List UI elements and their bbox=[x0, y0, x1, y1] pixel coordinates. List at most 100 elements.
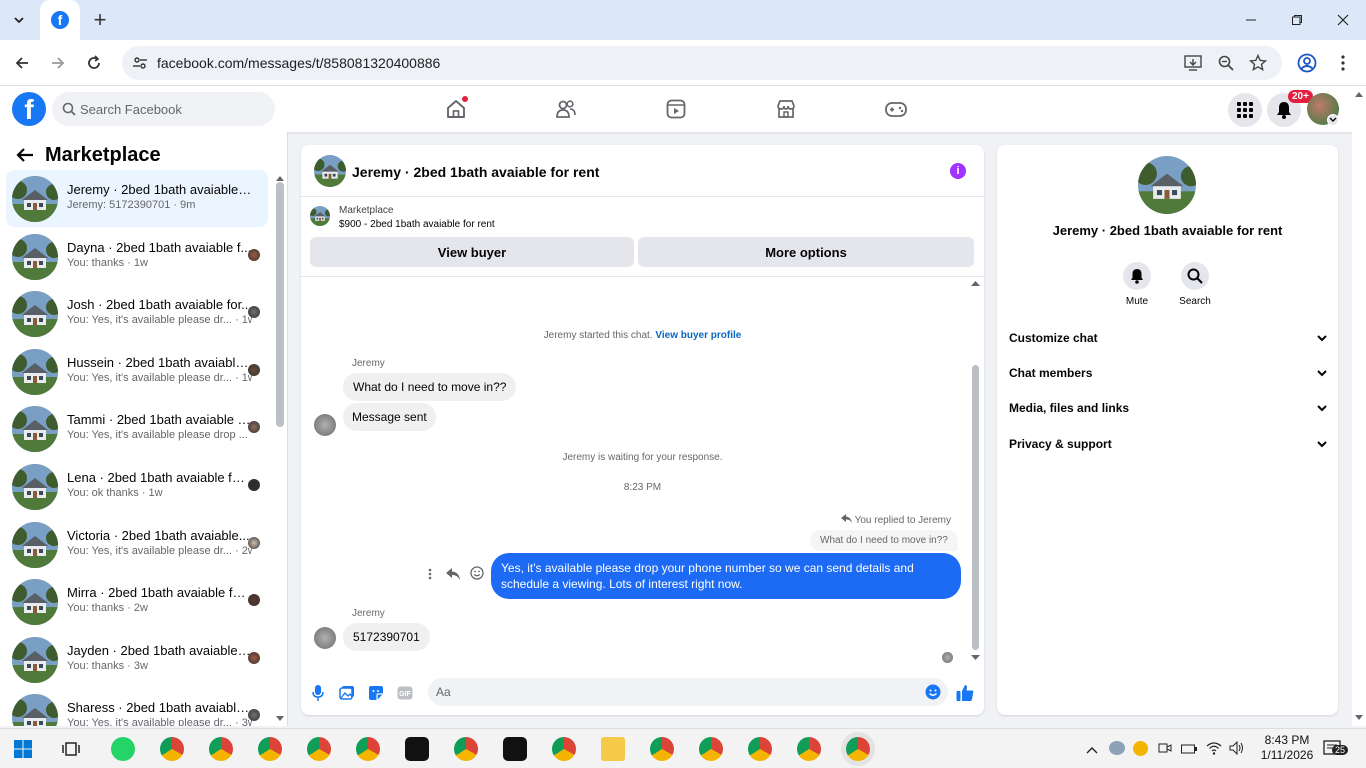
nav-gaming[interactable] bbox=[876, 93, 916, 125]
nav-marketplace[interactable] bbox=[766, 93, 806, 125]
incoming-message[interactable]: Message sent bbox=[343, 403, 436, 431]
wifi-tray-icon[interactable] bbox=[1206, 741, 1222, 760]
nav-video[interactable] bbox=[656, 93, 696, 125]
gif-button[interactable]: GIF bbox=[396, 684, 414, 702]
scroll-up-arrow-icon[interactable] bbox=[971, 280, 980, 286]
notification-center-button[interactable]: 25 bbox=[1323, 739, 1349, 764]
capcut-taskbar-icon[interactable] bbox=[405, 737, 429, 761]
chrome-profile-taskbar-icon[interactable] bbox=[307, 737, 331, 761]
battery-tray-icon[interactable] bbox=[1181, 742, 1197, 760]
account-dropdown[interactable] bbox=[1327, 114, 1339, 126]
facebook-search-input[interactable] bbox=[80, 92, 270, 126]
nav-home[interactable] bbox=[436, 93, 476, 125]
attach-photo-button[interactable] bbox=[338, 684, 356, 702]
page-scrollbar[interactable] bbox=[1352, 86, 1366, 726]
chrome-taskbar-icon[interactable] bbox=[258, 737, 282, 761]
conversation-item[interactable]: Hussein · 2bed 1bath avaiable... You: Yes… bbox=[6, 343, 268, 400]
chat-members-row[interactable]: Chat members bbox=[1009, 361, 1327, 385]
onedrive-tray-icon[interactable] bbox=[1109, 741, 1125, 755]
emoji-button[interactable] bbox=[925, 684, 941, 705]
capcut-taskbar-icon[interactable] bbox=[503, 737, 527, 761]
voice-clip-button[interactable] bbox=[309, 684, 327, 702]
sender-avatar[interactable] bbox=[314, 414, 336, 436]
media-files-links-row[interactable]: Media, files and links bbox=[1009, 396, 1327, 420]
conversation-item[interactable]: Jayden · 2bed 1bath avaiable ... You: tha… bbox=[6, 631, 268, 688]
back-button[interactable] bbox=[9, 50, 35, 76]
chrome-profile-taskbar-icon[interactable] bbox=[797, 737, 821, 761]
browser-tab-facebook[interactable]: f bbox=[40, 0, 80, 40]
more-options-button[interactable]: More options bbox=[638, 237, 974, 267]
profile-button[interactable] bbox=[1294, 50, 1320, 76]
view-buyer-profile-link[interactable]: View buyer profile bbox=[655, 330, 741, 341]
chrome-profile-taskbar-icon[interactable] bbox=[454, 737, 478, 761]
message-reply-button[interactable] bbox=[446, 567, 460, 585]
message-react-button[interactable] bbox=[470, 566, 484, 585]
close-window-button[interactable] bbox=[1320, 0, 1366, 40]
file-explorer-taskbar-icon[interactable] bbox=[601, 737, 625, 761]
chat-avatar[interactable] bbox=[314, 155, 346, 187]
conversation-item[interactable]: Jeremy · 2bed 1bath avaiable fo... Jeremy… bbox=[6, 170, 268, 227]
chrome-profile-taskbar-icon[interactable] bbox=[356, 737, 380, 761]
chrome-profile-taskbar-icon[interactable] bbox=[552, 737, 576, 761]
scroll-down-arrow-icon[interactable] bbox=[971, 655, 980, 661]
search-conversation-button[interactable]: Search bbox=[1170, 262, 1220, 307]
conversation-item[interactable]: Dayna · 2bed 1bath avaiable f... You: tha… bbox=[6, 228, 268, 285]
chrome-profile-taskbar-icon[interactable] bbox=[209, 737, 233, 761]
listing-title[interactable]: $900 - 2bed 1bath avaiable for rent bbox=[339, 219, 495, 230]
meet-now-tray-icon[interactable] bbox=[1158, 741, 1172, 760]
taskbar-clock[interactable]: 8:43 PM 1/11/2026 bbox=[1257, 733, 1317, 763]
start-button[interactable] bbox=[14, 740, 32, 763]
conversation-item[interactable]: Victoria · 2bed 1bath avaiable... You: Ye… bbox=[6, 516, 268, 573]
volume-tray-icon[interactable] bbox=[1229, 740, 1245, 760]
send-like-button[interactable] bbox=[956, 684, 974, 702]
chrome-profile-taskbar-icon[interactable] bbox=[748, 737, 772, 761]
address-bar[interactable]: facebook.com/messages/t/858081320400886 bbox=[122, 46, 1282, 80]
forward-button[interactable] bbox=[45, 50, 71, 76]
bookmark-star-icon[interactable] bbox=[1247, 52, 1269, 74]
chat-scrollbar[interactable] bbox=[972, 365, 979, 650]
customize-chat-row[interactable]: Customize chat bbox=[1009, 326, 1327, 350]
restore-button[interactable] bbox=[1274, 0, 1320, 40]
facebook-logo[interactable]: f bbox=[12, 92, 46, 126]
sidebar-scrollbar[interactable] bbox=[276, 182, 284, 427]
chrome-profile-taskbar-icon[interactable] bbox=[650, 737, 674, 761]
whatsapp-taskbar-icon[interactable] bbox=[111, 737, 135, 761]
app-tray-icon[interactable] bbox=[1133, 741, 1148, 756]
outgoing-message[interactable]: Yes, it's available please drop your pho… bbox=[491, 553, 961, 599]
mute-button[interactable]: Mute bbox=[1112, 262, 1162, 307]
conversation-item[interactable]: Lena · 2bed 1bath avaiable for r... You: … bbox=[6, 458, 268, 515]
conversation-item[interactable]: Josh · 2bed 1bath avaiable for... You: Ye… bbox=[6, 285, 268, 342]
conversation-item[interactable]: Tammi · 2bed 1bath avaiable for... You: Y… bbox=[6, 400, 268, 457]
sticker-button[interactable] bbox=[367, 684, 385, 702]
conversation-item[interactable]: Sharess · 2bed 1bath avaiable... You: Yes… bbox=[6, 688, 268, 726]
message-input-box[interactable] bbox=[428, 678, 948, 706]
scroll-up-arrow-icon[interactable] bbox=[276, 176, 284, 181]
menu-button[interactable] bbox=[1228, 93, 1262, 127]
conversation-item[interactable]: Mirra · 2bed 1bath avaiable for ... You: … bbox=[6, 573, 268, 630]
incoming-message[interactable]: What do I need to move in?? bbox=[343, 373, 517, 401]
show-hidden-icons-button[interactable] bbox=[1086, 741, 1098, 759]
conversation-info-button[interactable]: i bbox=[950, 163, 966, 179]
facebook-search[interactable] bbox=[52, 92, 275, 126]
message-more-button[interactable] bbox=[428, 567, 432, 585]
chrome-profile-taskbar-icon[interactable] bbox=[160, 737, 184, 761]
chrome-profile-taskbar-icon[interactable] bbox=[699, 737, 723, 761]
scroll-up-arrow-icon[interactable] bbox=[1355, 91, 1363, 97]
browser-menu-button[interactable] bbox=[1330, 50, 1356, 76]
nav-friends[interactable] bbox=[546, 93, 586, 125]
message-input[interactable] bbox=[436, 678, 916, 706]
zoom-icon[interactable] bbox=[1215, 52, 1237, 74]
scroll-down-arrow-icon[interactable] bbox=[276, 716, 284, 721]
task-view-button[interactable] bbox=[62, 740, 80, 763]
quoted-message[interactable]: What do I need to move in?? bbox=[810, 530, 958, 551]
minimize-button[interactable] bbox=[1228, 0, 1274, 40]
listing-thumbnail[interactable] bbox=[310, 206, 330, 226]
chrome-profile-taskbar-icon-active[interactable] bbox=[846, 737, 870, 761]
new-tab-button[interactable]: + bbox=[88, 7, 112, 32]
reload-button[interactable] bbox=[81, 50, 107, 76]
details-avatar[interactable] bbox=[1138, 156, 1196, 214]
tab-search-dropdown[interactable] bbox=[6, 7, 32, 33]
incoming-message[interactable]: 5172390701 bbox=[343, 623, 430, 651]
view-buyer-button[interactable]: View buyer bbox=[310, 237, 634, 267]
scroll-down-arrow-icon[interactable] bbox=[1355, 715, 1363, 721]
